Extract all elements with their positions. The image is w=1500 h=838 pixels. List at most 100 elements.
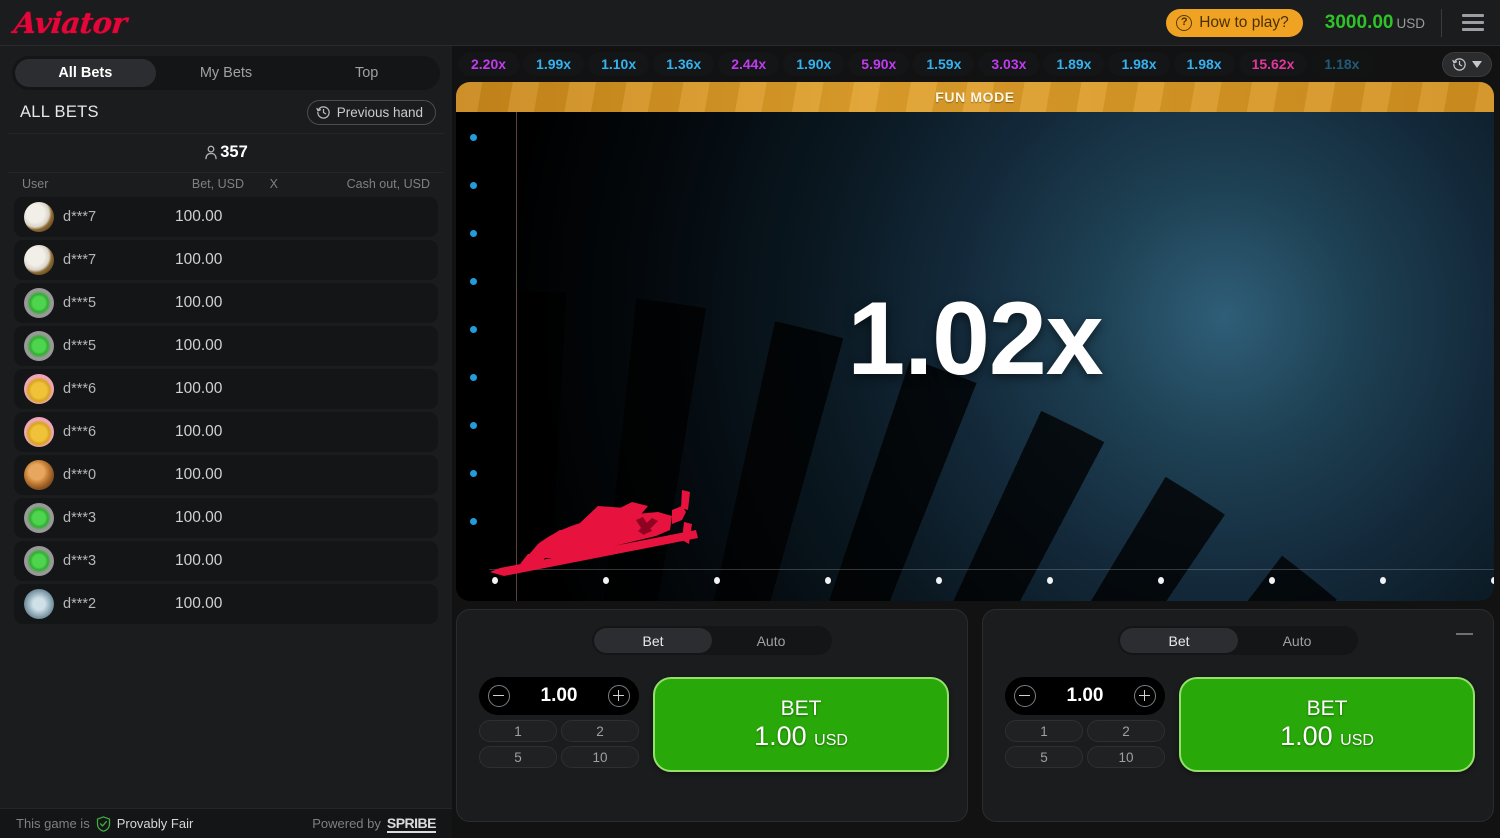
history-multiplier-chip[interactable]: 1.36x: [653, 52, 715, 76]
table-row[interactable]: d***7 100.00: [14, 197, 438, 237]
provably-fair-group[interactable]: This game is Provably Fair: [16, 815, 193, 832]
history-multiplier-chip[interactable]: 1.90x: [783, 52, 845, 76]
y-axis-dot: [470, 470, 477, 477]
quick-amount-button[interactable]: 1: [479, 720, 557, 742]
table-row[interactable]: d***0 100.00: [14, 455, 438, 495]
this-game-is-label: This game is: [16, 816, 90, 831]
bet-user-name: d***0: [63, 467, 97, 483]
history-multiplier-chip[interactable]: 3.03x: [978, 52, 1040, 76]
table-row[interactable]: d***3 100.00: [14, 498, 438, 538]
x-axis-dot: [825, 577, 831, 584]
remove-panel-button[interactable]: [1456, 633, 1473, 635]
avatar: [24, 589, 54, 619]
quantity-stepper: 1.00: [479, 677, 639, 715]
quick-amount-button[interactable]: 10: [1087, 746, 1165, 768]
x-axis-dot: [1269, 577, 1275, 584]
quick-amount-button[interactable]: 2: [561, 720, 639, 742]
panel-tab-auto[interactable]: Auto: [712, 628, 830, 653]
table-row[interactable]: d***5 100.00: [14, 283, 438, 323]
bet-amount-value[interactable]: 1.00: [1067, 685, 1104, 707]
bet-amount-value[interactable]: 1.00: [541, 685, 578, 707]
tab-all-bets[interactable]: All Bets: [15, 59, 156, 87]
decrease-bet-button[interactable]: [1014, 685, 1036, 707]
history-multiplier-chip[interactable]: 1.89x: [1043, 52, 1105, 76]
table-row[interactable]: d***7 100.00: [14, 240, 438, 280]
quick-amount-button[interactable]: 10: [561, 746, 639, 768]
history-multiplier-chip[interactable]: 2.20x: [458, 52, 520, 76]
history-multiplier-chip[interactable]: 15.62x: [1238, 52, 1308, 76]
x-axis-dot: [1380, 577, 1386, 584]
place-bet-button[interactable]: BET 1.00 USD: [653, 677, 949, 772]
bet-user-name: d***6: [63, 424, 97, 440]
avatar: [24, 417, 54, 447]
decrease-bet-button[interactable]: [488, 685, 510, 707]
table-row[interactable]: d***2 100.00: [14, 584, 438, 624]
quick-amount-button[interactable]: 5: [1005, 746, 1083, 768]
tab-my-bets[interactable]: My Bets: [156, 59, 297, 87]
bet-amount: 100.00: [175, 337, 223, 354]
quick-amount-grid: 1 2 5 10: [1005, 720, 1165, 768]
bet-panel-2: Bet Auto 1.00 1 2 5 10 BET 1.00 USD: [982, 609, 1494, 822]
history-multiplier-chip[interactable]: 1.59x: [913, 52, 975, 76]
y-axis-dot: [470, 182, 477, 189]
bet-amount: 100.00: [175, 294, 223, 311]
quick-amount-button[interactable]: 5: [479, 746, 557, 768]
balance-amount: 3000.00: [1324, 11, 1394, 33]
bet-button-label: BET: [780, 697, 822, 721]
header-divider: [1441, 8, 1442, 37]
bet-amount: 100.00: [175, 380, 223, 397]
table-row[interactable]: d***6 100.00: [14, 412, 438, 452]
history-multiplier-chip[interactable]: 1.10x: [588, 52, 650, 76]
player-count: 357: [220, 143, 248, 161]
history-multiplier-chip[interactable]: 1.98x: [1108, 52, 1170, 76]
place-bet-button[interactable]: BET 1.00 USD: [1179, 677, 1475, 772]
shield-check-icon: [96, 815, 110, 832]
game-stage: 1.02x: [456, 112, 1494, 601]
quick-amount-button[interactable]: 2: [1087, 720, 1165, 742]
previous-hand-label: Previous hand: [336, 105, 423, 120]
powered-by-label: Powered by: [312, 815, 381, 831]
spribe-brand: SPRIBE: [386, 814, 437, 833]
history-multiplier-chip[interactable]: 1.99x: [523, 52, 585, 76]
avatar: [24, 460, 54, 490]
history-multiplier-chip[interactable]: 2.44x: [718, 52, 780, 76]
bets-sidebar: All Bets My Bets Top ALL BETS Previous h…: [0, 46, 452, 838]
increase-bet-button[interactable]: [1133, 685, 1156, 707]
panel-tab-bet[interactable]: Bet: [594, 628, 712, 653]
bet-button-currency: USD: [1340, 731, 1374, 749]
history-multiplier-chip[interactable]: 1.18x: [1311, 52, 1373, 76]
table-row[interactable]: d***3 100.00: [14, 541, 438, 581]
current-multiplier: 1.02x: [847, 281, 1103, 397]
hamburger-menu-icon[interactable]: [1458, 10, 1488, 35]
table-row[interactable]: d***6 100.00: [14, 369, 438, 409]
all-bets-header: ALL BETS Previous hand: [8, 94, 444, 134]
bet-user-name: d***5: [63, 295, 97, 311]
history-toggle-button[interactable]: [1442, 51, 1492, 77]
how-to-play-button[interactable]: ? How to play?: [1166, 8, 1303, 37]
bet-user-name: d***5: [63, 338, 97, 354]
avatar: [24, 374, 54, 404]
tab-top[interactable]: Top: [296, 59, 437, 87]
bet-amount: 100.00: [175, 509, 223, 526]
panel-tab-bet[interactable]: Bet: [1120, 628, 1238, 653]
bet-user-name: d***7: [63, 209, 97, 225]
main-layout: All Bets My Bets Top ALL BETS Previous h…: [0, 46, 1500, 838]
game-column: 2.20x 1.99x 1.10x 1.36x 2.44x 1.90x 5.90x 1.59x…: [452, 46, 1500, 838]
increase-bet-button[interactable]: [607, 685, 630, 707]
quick-amount-button[interactable]: 1: [1005, 720, 1083, 742]
bets-list[interactable]: d***7 100.00 d***7 100.00 d***5 100.00 d***5 10…: [8, 197, 444, 808]
panel-tab-auto[interactable]: Auto: [1238, 628, 1356, 653]
bet-amount: 100.00: [175, 423, 223, 440]
bet-button-value: 1.00 USD: [754, 720, 848, 751]
avatar: [24, 202, 54, 232]
bet-user-name: d***7: [63, 252, 97, 268]
chevron-down-icon: [1472, 60, 1482, 68]
avatar: [24, 288, 54, 318]
table-row[interactable]: d***5 100.00: [14, 326, 438, 366]
x-axis-dot: [1158, 577, 1164, 584]
x-axis-dot: [1047, 577, 1053, 584]
history-multiplier-chip[interactable]: 5.90x: [848, 52, 910, 76]
x-axis-dot: [1491, 577, 1494, 584]
history-multiplier-chip[interactable]: 1.98x: [1173, 52, 1235, 76]
previous-hand-button[interactable]: Previous hand: [306, 100, 436, 125]
